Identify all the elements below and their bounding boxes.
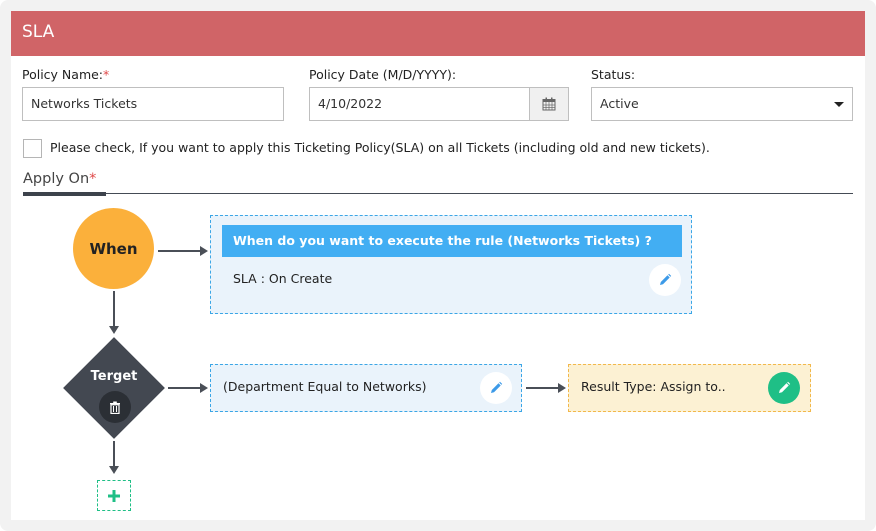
plus-icon [108,489,120,502]
when-node[interactable]: When [73,208,154,289]
policy-name-input[interactable]: Networks Tickets [22,87,284,121]
page-background: SLA Policy Name:* Networks Tickets Polic… [0,0,876,531]
policy-date-value: 4/10/2022 [318,96,383,111]
arrow-down-icon [109,466,119,474]
add-step-button[interactable] [97,480,131,511]
panel-title: SLA [22,22,55,42]
edit-result-button[interactable] [768,372,800,404]
connector-line [113,441,115,467]
policy-name-label-text: Policy Name: [22,67,104,82]
connector-line [158,250,201,252]
arrow-right-icon [200,246,208,256]
pencil-icon [491,381,503,393]
result-box: Result Type: Assign to.. [568,364,811,412]
required-mark: * [103,67,110,82]
connector-line [113,291,115,327]
policy-date-input[interactable]: 4/10/2022 [309,87,569,121]
when-rule-box: When do you want to execute the rule (Ne… [210,215,692,314]
target-node-label: Terget [90,369,138,384]
apply-on-title: Apply On* [23,171,96,187]
panel-header: SLA [11,11,865,56]
delete-target-button[interactable] [99,391,131,423]
condition-box: (Department Equal to Networks) [210,364,522,412]
edit-condition-button[interactable] [480,372,512,404]
apply-all-checkbox[interactable] [23,139,42,158]
arrow-right-icon [558,383,566,393]
sla-panel: SLA Policy Name:* Networks Tickets Polic… [11,11,865,520]
target-diamond [63,337,165,439]
result-text: Result Type: Assign to.. [581,379,726,394]
target-node[interactable]: Terget [63,337,165,439]
when-rule-text: SLA : On Create [233,271,333,286]
apply-on-divider [23,193,853,194]
apply-on-tab-indicator [23,192,106,196]
apply-on-title-text: Apply On [23,171,90,187]
when-rule-heading: When do you want to execute the rule (Ne… [222,225,682,257]
when-node-label: When [89,239,138,258]
policy-date-label: Policy Date (M/D/YYYY): [309,67,457,82]
arrow-down-icon [109,326,119,334]
policy-name-value: Networks Tickets [31,96,138,111]
condition-text: (Department Equal to Networks) [223,379,427,394]
status-select[interactable]: Active [591,87,853,121]
arrow-right-icon [200,383,208,393]
pencil-icon [779,381,791,393]
required-mark: * [89,171,97,187]
calendar-icon [542,97,556,111]
status-value: Active [600,96,639,111]
trash-icon [110,401,120,414]
date-picker-button[interactable] [529,88,568,120]
connector-line [526,387,559,389]
connector-line [168,387,201,389]
status-label: Status: [591,67,636,82]
edit-when-button[interactable] [649,264,681,296]
policy-name-label: Policy Name:* [22,67,109,82]
caret-down-icon [834,102,844,107]
pencil-icon [660,273,672,285]
apply-all-label: Please check, If you want to apply this … [50,140,710,155]
